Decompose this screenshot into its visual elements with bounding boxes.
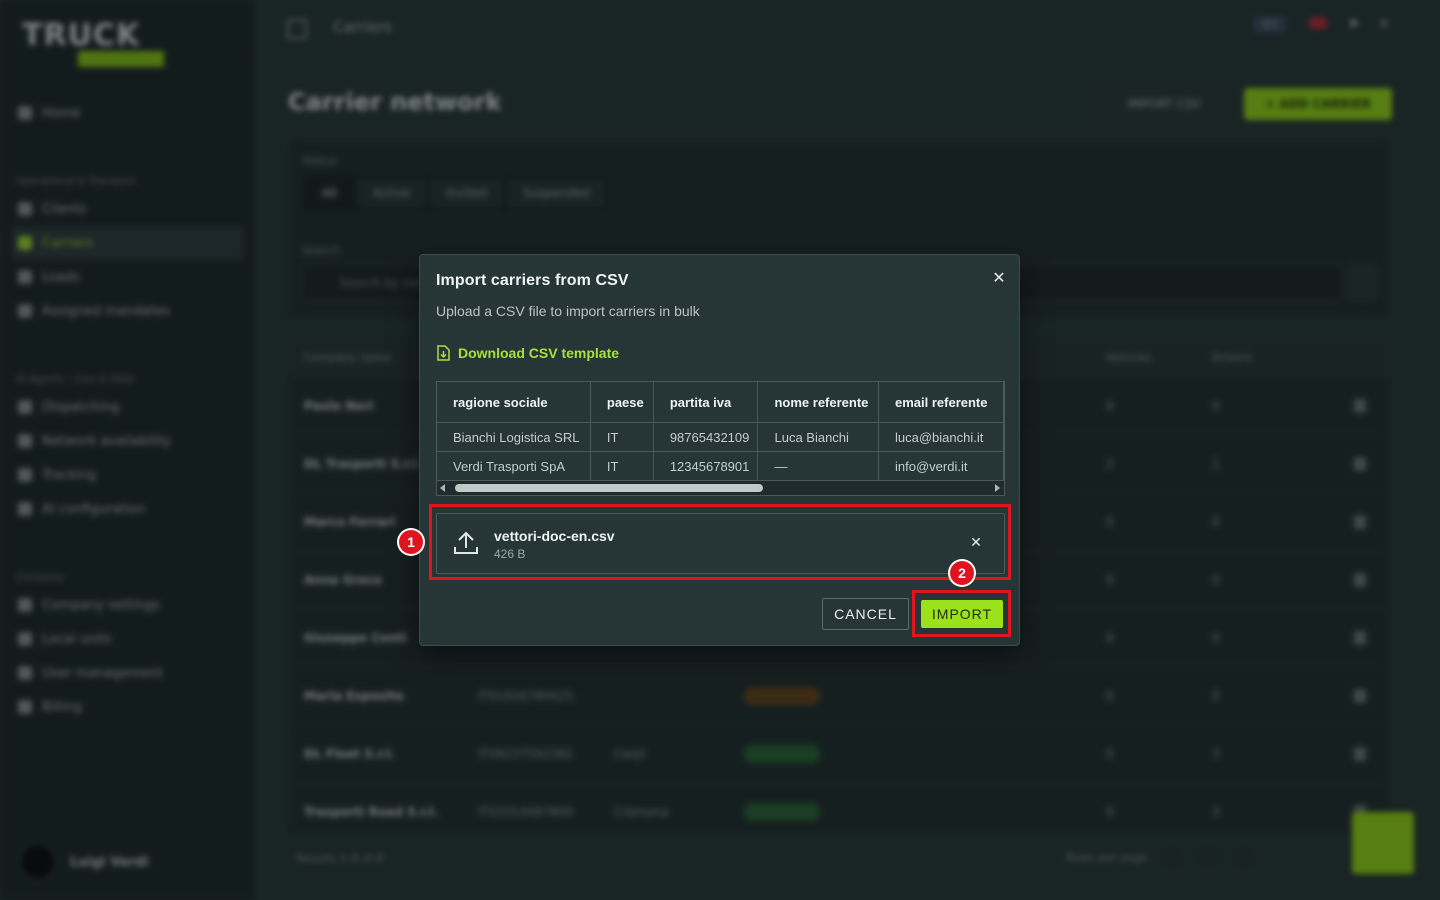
preview-cell: —	[757, 451, 879, 481]
csv-preview-table[interactable]: ragione sociale paese partita iva nome r…	[436, 381, 1005, 496]
cancel-button[interactable]: CANCEL	[822, 598, 909, 630]
download-template-label: Download CSV template	[458, 345, 620, 361]
preview-cell: 98765432109	[653, 422, 759, 452]
preview-col: email referente	[878, 382, 1004, 423]
import-csv-dialog: Import carriers from CSV Upload a CSV fi…	[419, 254, 1020, 646]
annotation-highlight-file	[429, 504, 1011, 580]
preview-header-row: ragione sociale paese partita iva nome r…	[437, 382, 1004, 423]
dialog-subtitle: Upload a CSV file to import carriers in …	[436, 303, 700, 319]
scrollbar-thumb[interactable]	[455, 484, 763, 492]
preview-col: partita iva	[653, 382, 759, 423]
preview-row: Bianchi Logistica SRL IT 98765432109 Luc…	[437, 422, 1004, 452]
close-icon[interactable]: ✕	[990, 269, 1008, 287]
annotation-marker-1: 1	[399, 530, 423, 554]
preview-col: nome referente	[757, 382, 879, 423]
dialog-title: Import carriers from CSV	[436, 272, 629, 289]
preview-cell: luca@bianchi.it	[878, 422, 1004, 452]
annotation-highlight-import	[912, 590, 1011, 637]
preview-col: paese	[590, 382, 654, 423]
preview-cell: Luca Bianchi	[757, 422, 879, 452]
preview-cell: info@verdi.it	[878, 451, 1004, 481]
scroll-left-icon[interactable]	[440, 484, 445, 492]
preview-cell: IT	[590, 451, 654, 481]
preview-row: Verdi Trasporti SpA IT 12345678901 — inf…	[437, 451, 1004, 481]
file-download-icon	[437, 345, 450, 361]
preview-cell: IT	[590, 422, 654, 452]
preview-cell: 12345678901	[653, 451, 759, 481]
scroll-right-icon[interactable]	[995, 484, 1000, 492]
preview-cell: Verdi Trasporti SpA	[437, 451, 591, 481]
horizontal-scrollbar[interactable]	[437, 481, 1004, 495]
preview-col: ragione sociale	[437, 382, 591, 423]
preview-cell: Bianchi Logistica SRL	[437, 422, 591, 452]
download-template-link[interactable]: Download CSV template	[436, 345, 619, 361]
annotation-marker-2: 2	[950, 561, 974, 585]
